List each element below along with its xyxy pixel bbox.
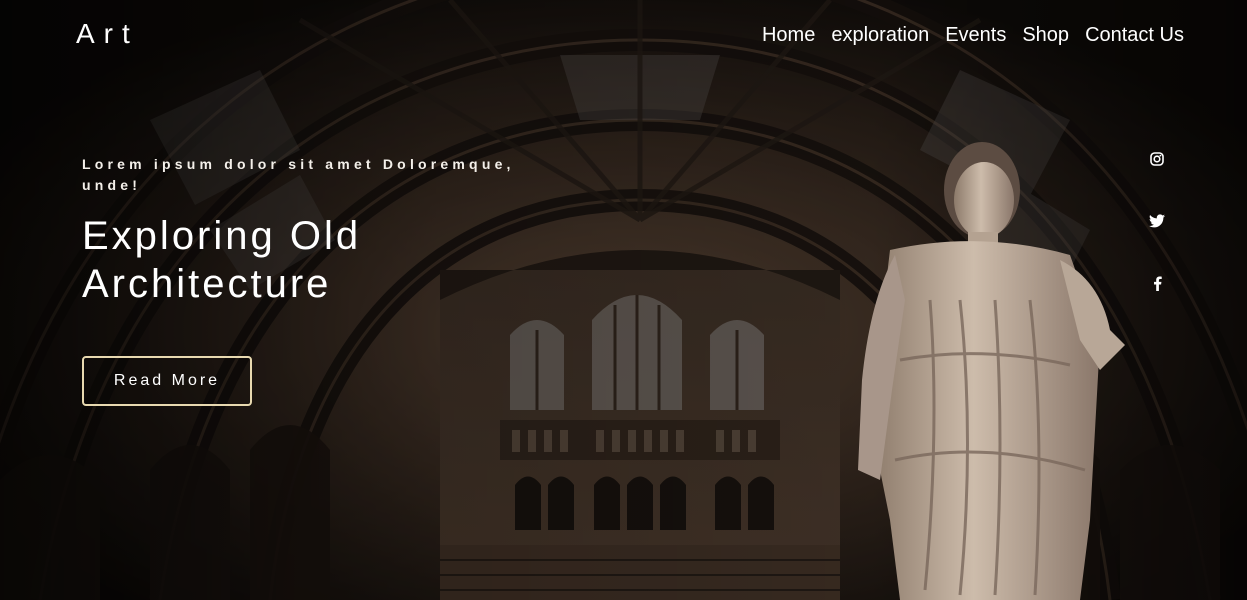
hero-eyebrow-text: Lorem ipsum dolor sit amet Doloremque, u… [82, 156, 515, 193]
hero-title: Exploring Old Architecture [82, 212, 502, 308]
main-nav: Home exploration Events Shop Contact Us [762, 24, 1184, 47]
facebook-icon[interactable] [1148, 276, 1166, 294]
site-logo[interactable]: Art [76, 18, 139, 50]
nav-exploration[interactable]: exploration [831, 24, 929, 47]
nav-events[interactable]: Events [945, 24, 1006, 47]
nav-shop[interactable]: Shop [1022, 24, 1069, 47]
nav-contact-us[interactable]: Contact Us [1085, 24, 1184, 47]
instagram-icon[interactable] [1148, 152, 1166, 170]
twitter-icon[interactable] [1148, 214, 1166, 232]
read-more-button[interactable]: Read More [82, 356, 252, 406]
hero-title-line-1: Exploring Old [82, 214, 362, 258]
hero-title-line-2: Architecture [82, 262, 332, 306]
nav-home[interactable]: Home [762, 24, 815, 47]
